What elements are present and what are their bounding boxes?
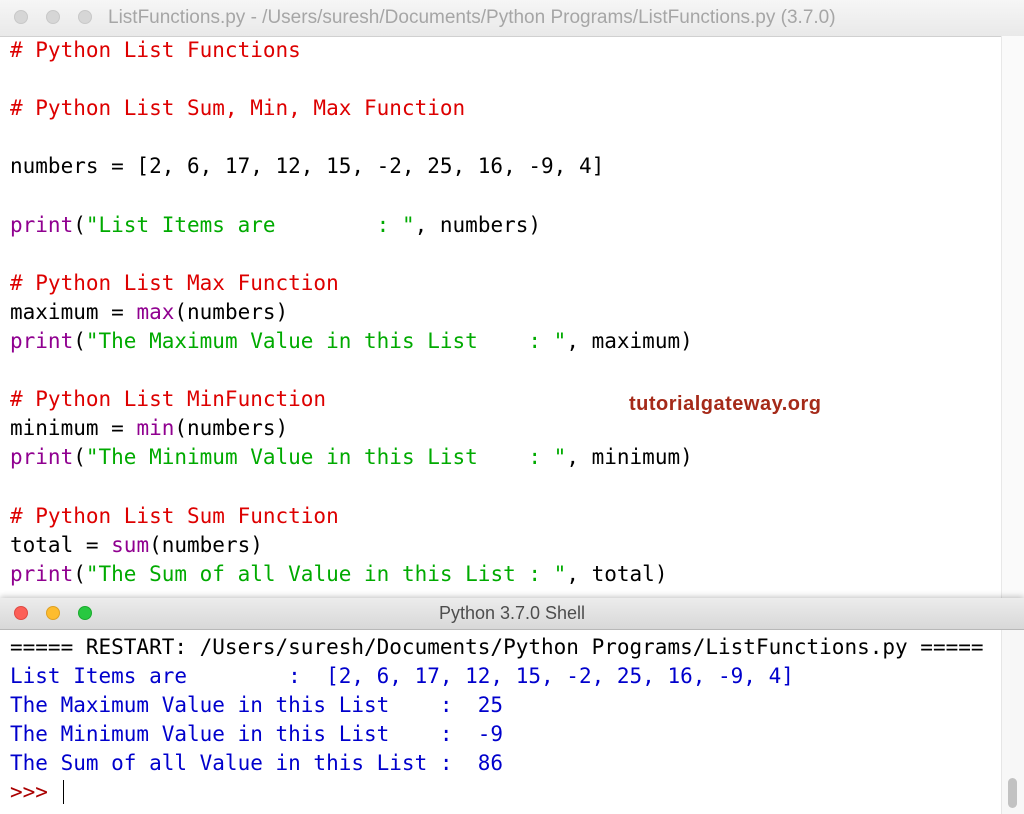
editor-window: ListFunctions.py - /Users/suresh/Documen… — [0, 0, 1024, 600]
code-token-plain: ( — [73, 328, 86, 353]
code-token-plain: (numbers) — [174, 299, 289, 324]
code-token-plain: (numbers) — [149, 532, 263, 557]
prompt-line[interactable]: >>> — [10, 778, 984, 807]
shell-window: Python 3.7.0 Shell ===== RESTART: /Users… — [0, 598, 1024, 814]
shell-output[interactable]: ===== RESTART: /Users/suresh/Documents/P… — [10, 633, 984, 808]
code-token-plain: , maximum) — [566, 328, 693, 353]
code-token-comment: # Python List Max Function — [10, 270, 339, 295]
code-token-plain: , total) — [566, 561, 668, 586]
code-token-plain: ( — [73, 212, 86, 237]
code-token-builtin: max — [136, 299, 175, 324]
code-token-string: "The Minimum Value in this List : " — [85, 445, 567, 470]
code-token-plain: total = — [10, 532, 112, 557]
code-token-builtin: print — [10, 561, 74, 586]
output-line: The Maximum Value in this List : 25 — [10, 693, 504, 718]
code-line: minimum = min(numbers) — [10, 414, 693, 443]
code-line: # Python List Max Function — [10, 269, 693, 298]
code-token-plain: minimum = — [10, 416, 137, 441]
editor-scrollbar[interactable] — [1001, 36, 1024, 600]
editor-title: ListFunctions.py - /Users/suresh/Documen… — [108, 7, 836, 28]
close-button[interactable] — [14, 10, 28, 24]
code-token-builtin: min — [136, 416, 175, 441]
code-token-plain: , minimum) — [566, 445, 693, 470]
code-line: maximum = max(numbers) — [10, 298, 693, 327]
code-token-comment: # Python List Sum, Min, Max Function — [10, 96, 466, 121]
code-token-plain: ( — [73, 561, 86, 586]
shell-scrollbar[interactable] — [1001, 630, 1024, 814]
code-token-comment: # Python List Sum Function — [10, 503, 339, 528]
shell-titlebar[interactable]: Python 3.7.0 Shell — [0, 598, 1024, 630]
code-line: print("List Items are : ", numbers) — [10, 211, 693, 240]
code-token-comment: # Python List Functions — [10, 38, 301, 62]
code-token-string: "The Sum of all Value in this List : " — [85, 561, 567, 586]
code-line: numbers = [2, 6, 17, 12, 15, -2, 25, 16,… — [10, 152, 693, 181]
zoom-button[interactable] — [78, 10, 92, 24]
editor-titlebar[interactable]: ListFunctions.py - /Users/suresh/Documen… — [0, 0, 1024, 37]
restart-line: ===== RESTART: /Users/suresh/Documents/P… — [10, 635, 984, 659]
shell-title: Python 3.7.0 Shell — [438, 603, 586, 623]
output-line: The Sum of all Value in this List : 86 — [10, 751, 504, 776]
code-line: # Python List Sum, Min, Max Function — [10, 94, 693, 123]
code-line: total = sum(numbers) — [10, 531, 693, 560]
code-token-builtin: print — [10, 328, 74, 353]
code-token-plain: , numbers) — [414, 212, 542, 237]
minimize-button[interactable] — [46, 10, 60, 24]
code-line: print("The Minimum Value in this List : … — [10, 443, 693, 472]
code-token-plain: (numbers) — [174, 416, 289, 441]
output-line: The Minimum Value in this List : -9 — [10, 722, 504, 747]
code-token-string: "List Items are : " — [85, 212, 415, 237]
shell-prompt: >>> — [10, 780, 61, 805]
code-line: print("The Sum of all Value in this List… — [10, 560, 693, 589]
code-token-plain: numbers = [2, 6, 17, 12, 15, -2, 25, 16,… — [10, 154, 605, 179]
code-line: # Python List Functions — [10, 36, 693, 65]
code-token-plain: maximum = — [10, 299, 137, 324]
output-line: List Items are : [2, 6, 17, 12, 15, -2, … — [10, 664, 794, 689]
code-line: # Python List Sum Function — [10, 502, 693, 531]
code-token-builtin: print — [10, 445, 74, 470]
watermark-logo: tutorialgateway.org — [629, 393, 822, 415]
code-line: # Python List MinFunction — [10, 385, 693, 414]
scrollbar-thumb[interactable] — [1008, 778, 1017, 808]
text-cursor — [62, 780, 64, 805]
code-line: print("The Maximum Value in this List : … — [10, 327, 693, 356]
code-token-builtin: sum — [111, 532, 150, 557]
code-token-plain: ( — [73, 445, 86, 470]
code-editor[interactable]: # Python List Functions # Python List Sum… — [10, 36, 693, 589]
code-token-builtin: print — [10, 212, 74, 237]
code-token-comment: # Python List MinFunction — [10, 387, 327, 412]
code-token-string: "The Maximum Value in this List : " — [85, 328, 567, 353]
